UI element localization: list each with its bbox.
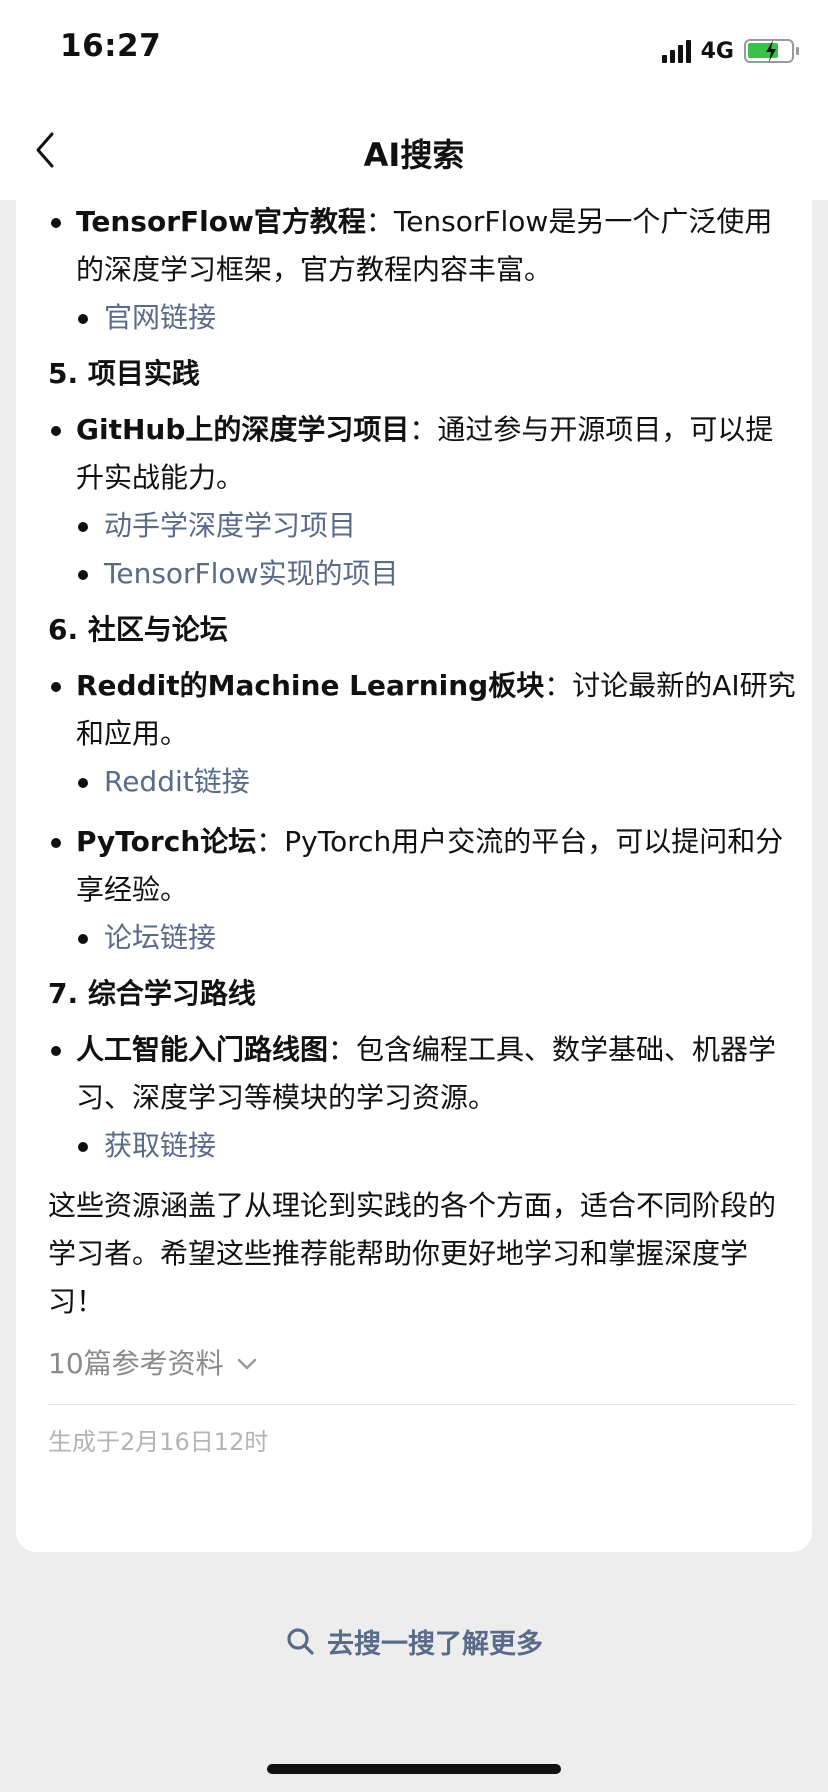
battery-icon xyxy=(744,39,799,63)
search-more-button[interactable]: 去搜一搜了解更多 xyxy=(0,1616,828,1666)
generated-time: 生成于2月16日12时 xyxy=(48,1428,269,1456)
search-icon xyxy=(287,1628,314,1655)
list-item-roadmap: 人工智能入门路线图：包含编程工具、数学基础、机器学习、深度学习等模块的学习资源。 xyxy=(48,1026,796,1122)
list-item-reddit: Reddit的Machine Learning板块：讨论最新的AI研究和应用。 xyxy=(48,662,796,758)
link-reddit[interactable]: Reddit链接 xyxy=(48,758,796,806)
search-more-label: 去搜一搜了解更多 xyxy=(327,1628,543,1660)
signal-icon xyxy=(661,39,691,63)
summary-paragraph: 这些资源涵盖了从理论到实践的各个方面，适合不同阶段的学习者。希望这些推荐能帮助你… xyxy=(48,1189,777,1318)
list-item-github: GitHub上的深度学习项目：通过参与开源项目，可以提升实战能力。 xyxy=(48,406,796,502)
list-item-tensorflow: TensorFlow官方教程：TensorFlow是另一个广泛使用的深度学习框架… xyxy=(48,200,796,294)
item-title: 人工智能入门路线图 xyxy=(76,1033,329,1066)
link-tensorflow-projects[interactable]: TensorFlow实现的项目 xyxy=(48,550,796,598)
nav-bar: AI搜索 xyxy=(0,100,828,200)
status-time: 16:27 xyxy=(60,28,162,64)
divider xyxy=(48,1404,796,1405)
references-toggle[interactable]: 10篇参考资料 xyxy=(48,1344,796,1384)
link-d2l-projects[interactable]: 动手学深度学习项目 xyxy=(48,502,796,550)
list-item-pytorch: PyTorch论坛：PyTorch用户交流的平台，可以提问和分享经验。 xyxy=(48,818,796,914)
answer-content: TensorFlow官方教程：TensorFlow是另一个广泛使用的深度学习框架… xyxy=(48,200,796,1459)
link-official-site[interactable]: 官网链接 xyxy=(48,294,796,342)
status-indicators: 4G xyxy=(661,36,799,66)
status-bar: 16:27 4G xyxy=(0,0,828,100)
section-heading-7: 7. 综合学习路线 xyxy=(48,977,256,1010)
home-indicator[interactable] xyxy=(267,1764,561,1774)
item-title: GitHub上的深度学习项目 xyxy=(76,413,410,446)
chevron-down-icon xyxy=(237,1358,256,1370)
answer-card: TensorFlow官方教程：TensorFlow是另一个广泛使用的深度学习框架… xyxy=(16,200,812,1552)
section-heading-6: 6. 社区与论坛 xyxy=(48,613,228,646)
item-title: Reddit的Machine Learning板块 xyxy=(76,669,545,702)
link-forum[interactable]: 论坛链接 xyxy=(48,914,796,962)
section-heading-5: 5. 项目实践 xyxy=(48,357,200,390)
link-get[interactable]: 获取链接 xyxy=(48,1122,796,1170)
item-title: TensorFlow官方教程 xyxy=(76,205,366,238)
page-title: AI搜索 xyxy=(363,136,465,174)
references-label: 10篇参考资料 xyxy=(48,1347,224,1380)
network-type: 4G xyxy=(700,38,734,64)
item-title: PyTorch论坛 xyxy=(76,825,257,858)
